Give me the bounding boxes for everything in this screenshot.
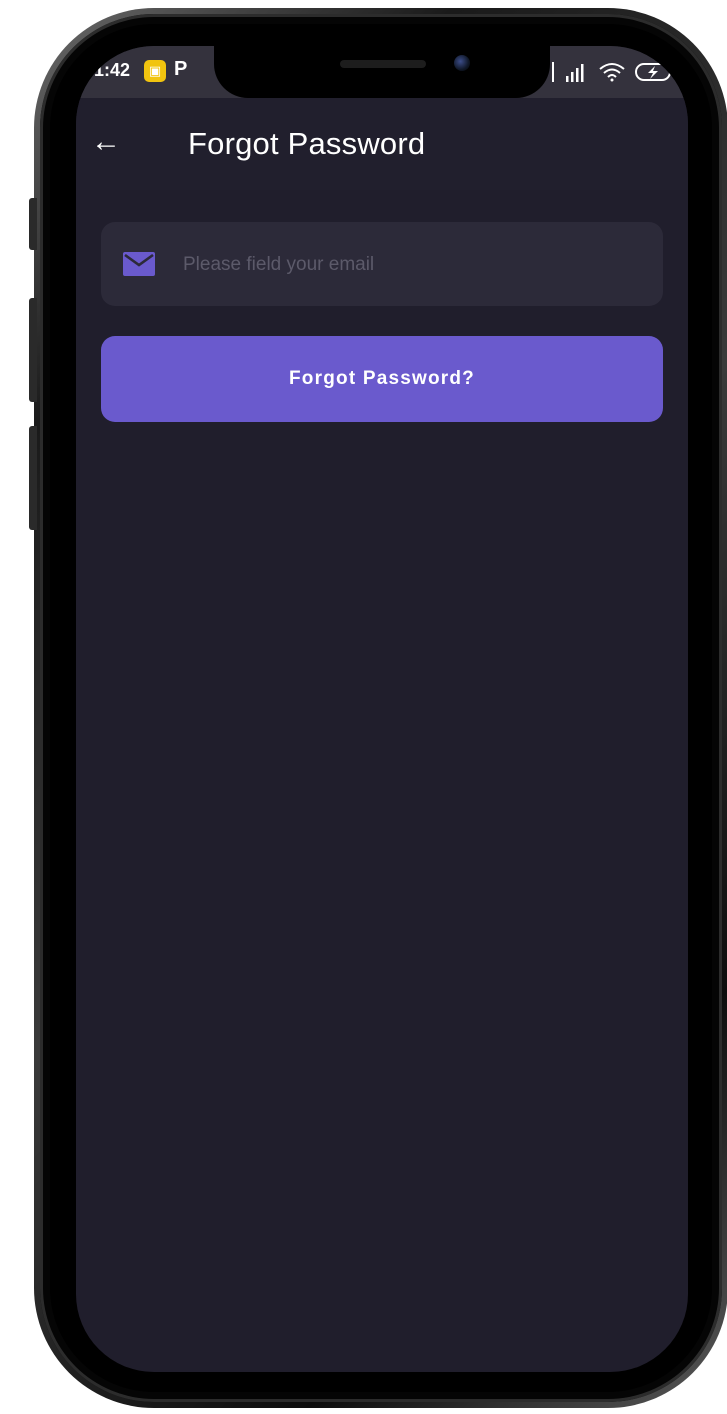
mail-icon <box>123 252 155 276</box>
email-input[interactable] <box>181 242 645 288</box>
earpiece-speaker <box>340 60 426 68</box>
forgot-password-button[interactable]: Forgot Password? <box>101 336 663 422</box>
notification-app-icon: ▣ <box>144 60 166 82</box>
battery-charging-icon <box>635 63 674 81</box>
signal-icon <box>552 62 584 82</box>
volume-up-button <box>29 298 37 402</box>
status-time: 1:42 <box>94 60 131 80</box>
mute-switch <box>29 198 37 250</box>
wifi-icon <box>599 63 625 82</box>
app-bar: ← Forgot Password <box>76 98 688 190</box>
volume-down-button <box>29 426 37 530</box>
page-title: Forgot Password <box>188 126 426 161</box>
stage: 1:42 ▣ P ← Forgot Password Please field … <box>0 0 727 1414</box>
phone-notch <box>214 46 550 98</box>
back-arrow-icon[interactable]: ← <box>86 120 126 164</box>
phone-screen: 1:42 ▣ P ← Forgot Password Please field … <box>76 46 688 1372</box>
email-field[interactable] <box>101 222 663 306</box>
notification-p-icon: P <box>174 58 188 80</box>
front-camera <box>454 55 470 71</box>
status-icons <box>552 62 674 82</box>
status-bar: 1:42 ▣ P <box>76 46 688 98</box>
